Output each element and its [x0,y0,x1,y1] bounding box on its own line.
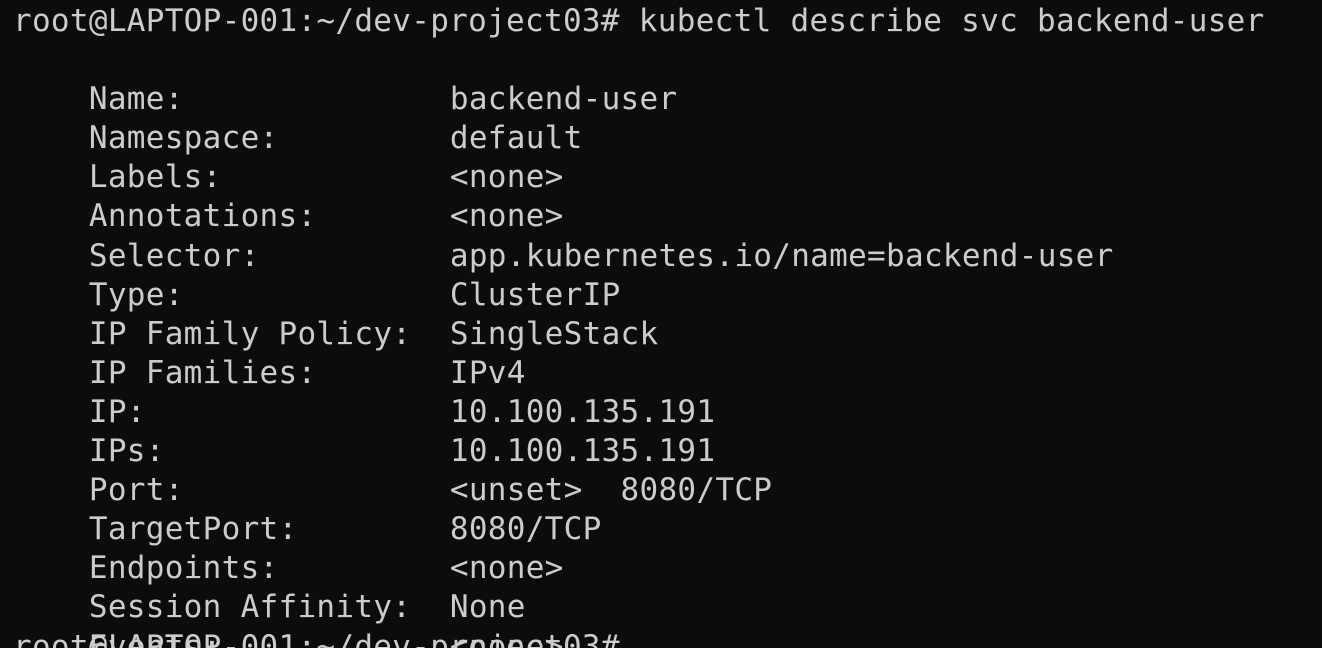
row-key: IP: [88,393,146,430]
row-value: SingleStack [449,315,659,352]
row-key: Annotations: [88,198,317,235]
row-key: IPs: [88,433,165,470]
row-key: Session Affinity: [88,589,412,626]
row-key: Selector: [88,237,260,274]
row-value: None [449,589,526,626]
row-key: TargetPort: [88,511,298,548]
row-value: 10.100.135.191 [449,393,716,430]
terminal-output[interactable]: root@LAPTOP-001:~/dev-project03# kubectl… [13,0,1313,648]
row-key: Namespace: [88,120,279,157]
row-key: IP Families: [88,354,317,391]
row-key: Labels: [88,159,222,196]
row-key: Type: [88,276,184,313]
next-prompt: root@LAPTOP-001:~/dev-project03# [13,628,620,648]
row-key: IP Family Policy: [88,315,412,352]
row-value: 10.100.135.191 [449,433,716,470]
describe-row-name: Name: backend-user [13,41,1313,117]
row-value: ClusterIP [449,276,621,313]
row-value: <none> [449,198,564,235]
row-value: backend-user [449,81,678,118]
row-key: Port: [88,472,184,509]
row-key: Name: [88,81,184,118]
row-value: default [449,120,583,157]
row-key: Endpoints: [88,550,279,587]
row-value: app.kubernetes.io/name=backend-user [449,237,1114,274]
row-value: IPv4 [449,354,526,391]
command-line: root@LAPTOP-001:~/dev-project03# kubectl… [13,3,1265,39]
row-value: <unset> 8080/TCP [449,472,773,509]
row-value: <none> [449,550,564,587]
row-value: <none> [449,159,564,196]
row-value: 8080/TCP [449,511,602,548]
